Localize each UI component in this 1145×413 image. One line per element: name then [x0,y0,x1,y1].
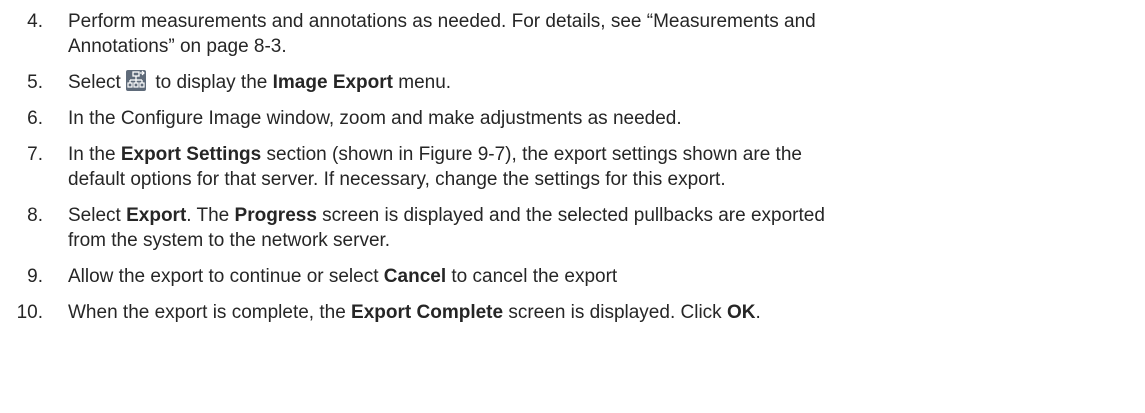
step-text: section (shown in Figure 9-7), the expor… [261,144,802,165]
step-text: menu. [393,72,452,93]
step-number: 5. [27,72,43,93]
step-10: 10. When the export is complete, the Exp… [0,300,1145,325]
step-number: 8. [27,205,43,226]
step-text-line1: Perform measurements and annotations as … [68,11,816,32]
step-text: Select [68,205,127,226]
step-9: 9. Allow the export to continue or selec… [0,264,1145,289]
step-6: 6. In the Configure Image window, zoom a… [0,106,1145,131]
step-text-line2: Annotations” on page 8-3. [68,36,287,57]
step-text: screen is displayed. Click [503,302,727,323]
step-text: Allow the export to continue or select [68,266,384,287]
step-text-line2: default options for that server. If nece… [68,169,726,190]
step-text-bold: Cancel [383,266,447,287]
image-export-icon [126,70,147,91]
step-text: In the Configure Image window, zoom and … [68,108,682,129]
step-text: . The [186,205,235,226]
step-text: When the export is complete, the [68,302,352,323]
step-text-bold: OK [726,302,756,323]
step-number: 10. [16,302,43,323]
step-text: to cancel the export [446,266,618,287]
step-text-line2: from the system to the network server. [68,230,391,251]
step-number: 4. [27,11,43,32]
step-text-bold: Export Complete [351,302,504,323]
step-number: 7. [27,144,43,165]
step-text: Select [68,72,121,93]
step-text: In the [68,144,121,165]
step-text-bold: Export Settings [120,144,262,165]
step-text-bold: Progress [234,205,317,226]
step-7: 7. In the Export Settings section (shown… [0,142,1145,192]
step-number: 9. [27,266,43,287]
step-text-bold: Image Export [272,72,393,93]
step-number: 6. [27,108,43,129]
step-text: to display the [150,72,273,93]
step-8: 8. Select Export. The Progress screen is… [0,203,1145,253]
step-text-bold: Export [126,205,187,226]
step-4: 4. Perform measurements and annotations … [0,9,1145,59]
document-page: 4. Perform measurements and annotations … [0,0,1145,413]
step-text: . [755,302,761,323]
step-text: screen is displayed and the selected pul… [316,205,825,226]
step-list: 4. Perform measurements and annotations … [0,9,1145,325]
step-5: 5. Select to display the Image Export me… [0,70,1145,95]
